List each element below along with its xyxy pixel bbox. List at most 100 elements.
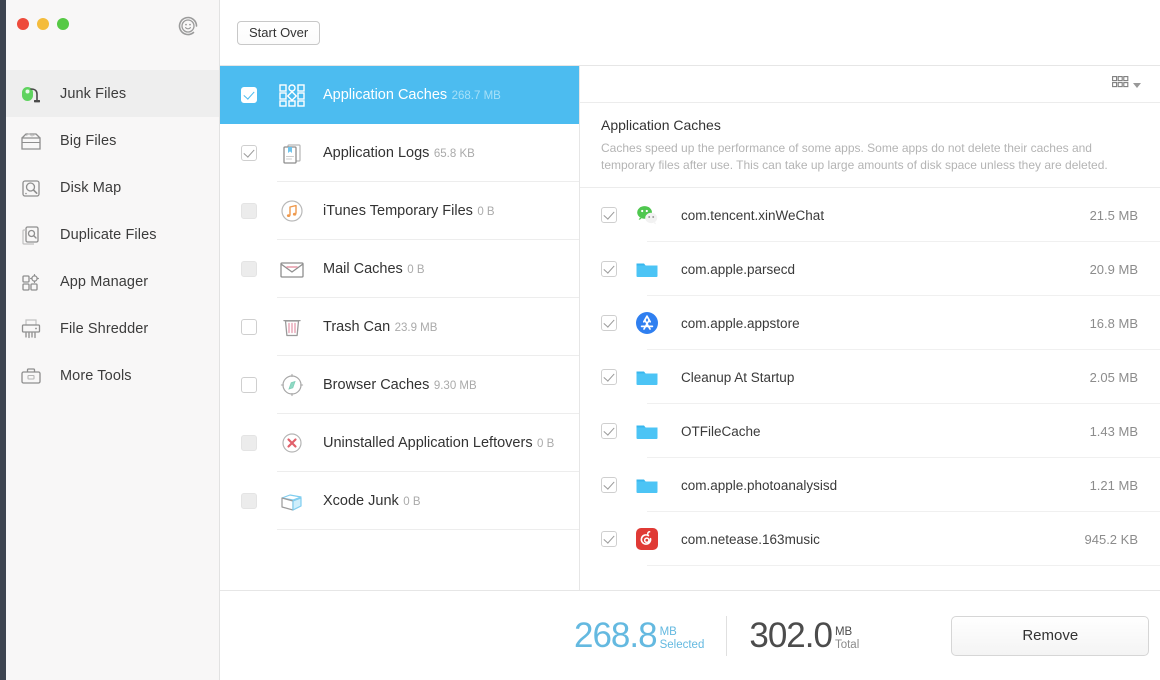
remove-button[interactable]: Remove [951, 615, 1150, 656]
toolbox-icon [16, 361, 46, 391]
app-window: Junk Files Big Files Disk Map Duplicate … [0, 0, 1160, 680]
category-name: Trash Can [323, 319, 391, 335]
category-checkbox[interactable] [241, 145, 257, 161]
category-checkbox[interactable] [241, 261, 257, 277]
total-unit: MB [834, 626, 853, 638]
file-row[interactable]: com.apple.appstore 16.8 MB [580, 296, 1160, 350]
category-checkbox[interactable] [241, 493, 257, 509]
sidebar-item-label: Duplicate Files [60, 226, 157, 243]
category-name: Application Logs [323, 145, 430, 161]
file-checkbox[interactable] [601, 261, 617, 277]
wechat-icon [635, 203, 659, 227]
detail-title: Application Caches [601, 117, 721, 133]
category-size: 0 B [403, 496, 421, 508]
trash-icon [273, 310, 311, 344]
file-row[interactable]: Cleanup At Startup 2.05 MB [580, 350, 1160, 404]
file-size: 16.8 MB [1089, 315, 1138, 331]
category-checkbox[interactable] [241, 87, 257, 103]
category-row-xcode-junk[interactable]: Xcode Junk 0 B [220, 472, 579, 530]
row-separator [277, 529, 579, 530]
detail-description: Caches speed up the performance of some … [601, 141, 1108, 172]
apps-gear-icon [16, 267, 46, 297]
file-checkbox[interactable] [601, 531, 617, 547]
grid-view-icon [1112, 75, 1129, 94]
file-size: 21.5 MB [1089, 207, 1138, 223]
category-checkbox[interactable] [241, 435, 257, 451]
file-list: com.tencent.xinWeChat 21.5 MB com.apple.… [580, 188, 1160, 590]
sidebar-item-duplicate-files[interactable]: Duplicate Files [0, 211, 219, 258]
category-checkbox[interactable] [241, 377, 257, 393]
maximize-button[interactable] [57, 18, 69, 30]
file-row[interactable]: com.apple.parsecd 20.9 MB [580, 242, 1160, 296]
file-name: com.netease.163music [681, 531, 820, 547]
folder-icon [635, 473, 659, 497]
total-unit-wrap: MB Total [835, 626, 859, 652]
folder-icon [635, 419, 659, 443]
category-row-uninstalled-application-leftovers[interactable]: Uninstalled Application Leftovers 0 B [220, 414, 579, 472]
file-row[interactable]: com.netease.163music 945.2 KB [580, 512, 1160, 566]
category-text: iTunes Temporary Files 0 B [323, 202, 495, 220]
view-mode-toggle[interactable] [1112, 75, 1141, 94]
row-separator [647, 565, 1160, 566]
selected-unit: MB [659, 626, 677, 638]
file-checkbox[interactable] [601, 315, 617, 331]
content-area: Application Caches 268.7 MB Application … [220, 66, 1160, 591]
folder-icon [635, 365, 659, 389]
detail-header: Application Caches Caches speed up the p… [580, 103, 1160, 188]
sidebar-item-app-manager[interactable]: App Manager [0, 258, 219, 305]
sidebar-item-label: Junk Files [60, 85, 127, 102]
file-name: com.apple.photoanalysisd [681, 477, 838, 493]
sidebar-item-more-tools[interactable]: More Tools [0, 352, 219, 399]
file-row[interactable]: com.apple.photoanalysisd 1.21 MB [580, 458, 1160, 512]
category-row-application-logs[interactable]: Application Logs 65.8 KB [220, 124, 579, 182]
category-list: Application Caches 268.7 MB Application … [220, 66, 580, 590]
category-row-trash-can[interactable]: Trash Can 23.9 MB [220, 298, 579, 356]
main-area: Start Over Application Caches 268.7 MB A… [220, 0, 1160, 680]
start-over-button[interactable]: Start Over [237, 20, 321, 45]
vacuum-icon [16, 79, 46, 109]
file-checkbox[interactable] [601, 477, 617, 493]
file-checkbox[interactable] [601, 207, 617, 223]
minimize-button[interactable] [37, 18, 49, 30]
app-store-icon [635, 311, 659, 335]
category-row-application-caches[interactable]: Application Caches 268.7 MB [220, 66, 579, 124]
sidebar-item-junk-files[interactable]: Junk Files [0, 70, 219, 117]
file-row[interactable]: com.tencent.xinWeChat 21.5 MB [580, 188, 1160, 242]
sidebar-item-label: App Manager [60, 273, 149, 290]
category-text: Uninstalled Application Leftovers 0 B [323, 434, 554, 452]
toolbar: Start Over [220, 0, 1160, 66]
total-label: Total [834, 639, 860, 651]
category-name: Uninstalled Application Leftovers [323, 435, 533, 451]
sidebar-item-label: Big Files [60, 132, 117, 149]
file-name: com.apple.parsecd [681, 261, 796, 277]
category-checkbox[interactable] [241, 203, 257, 219]
sidebar: Junk Files Big Files Disk Map Duplicate … [0, 0, 220, 680]
file-row[interactable]: OTFileCache 1.43 MB [580, 404, 1160, 458]
category-checkbox[interactable] [241, 319, 257, 335]
file-size: 20.9 MB [1089, 261, 1138, 277]
category-row-itunes-temporary-files[interactable]: iTunes Temporary Files 0 B [220, 182, 579, 240]
logs-icon [273, 136, 311, 170]
disk-magnifier-icon [16, 173, 46, 203]
file-size: 945.2 KB [1084, 531, 1139, 547]
category-row-mail-caches[interactable]: Mail Caches 0 B [220, 240, 579, 298]
category-name: Browser Caches [323, 377, 430, 393]
music-note-icon [273, 194, 311, 228]
sidebar-item-disk-map[interactable]: Disk Map [0, 164, 219, 211]
netease-music-icon [635, 527, 659, 551]
file-checkbox[interactable] [601, 423, 617, 439]
close-button[interactable] [17, 18, 29, 30]
sidebar-item-label: More Tools [60, 367, 132, 384]
file-checkbox[interactable] [601, 369, 617, 385]
category-text: Mail Caches 0 B [323, 260, 425, 278]
category-row-browser-caches[interactable]: Browser Caches 9.30 MB [220, 356, 579, 414]
category-text: Browser Caches 9.30 MB [323, 376, 477, 394]
total-value: 302.0 [749, 616, 833, 655]
category-name: Xcode Junk [323, 493, 399, 509]
sidebar-item-big-files[interactable]: Big Files [0, 117, 219, 164]
category-size: 0 B [537, 438, 555, 450]
smiley-support-icon[interactable] [176, 14, 200, 38]
overall-total: 302.0 MB Total [749, 618, 859, 653]
selected-label: Selected [659, 639, 705, 651]
sidebar-item-file-shredder[interactable]: File Shredder [0, 305, 219, 352]
